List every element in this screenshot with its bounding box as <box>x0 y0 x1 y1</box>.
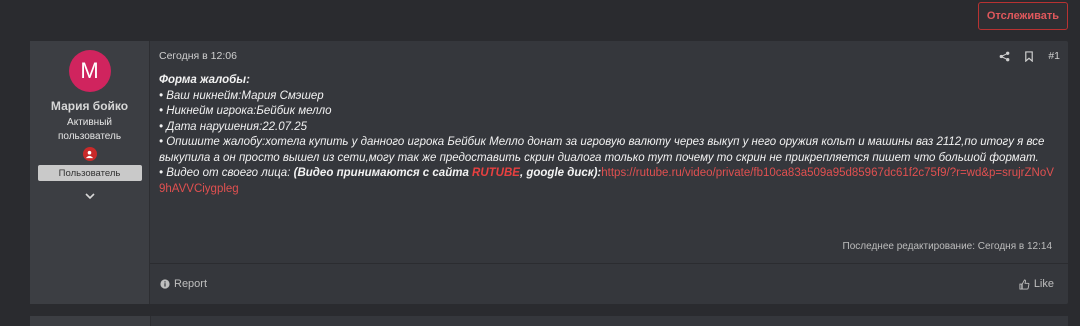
post-content: Форма жалобы: • Ваш никнейм:Мария Смэшер… <box>159 73 1054 197</box>
post-line-player: • Никнейм игрока:Бейбик мелло <box>159 105 332 117</box>
post-user-sidebar: М Мария бойко Активный пользователь Поль… <box>30 41 150 304</box>
post-main: Сегодня в 12:06 #1 Форма жалобы: • Ваш н… <box>150 41 1068 304</box>
share-icon[interactable] <box>999 51 1010 62</box>
thumbs-up-icon <box>1019 278 1030 290</box>
post-line-form-title: Форма жалобы: <box>159 74 250 86</box>
like-label: Like <box>1033 278 1054 290</box>
post-line-nickname: • Ваш никнейм:Мария Смэшер <box>159 89 324 102</box>
video-prefix: • Видео от своего лица: <box>159 167 294 179</box>
post-date[interactable]: Сегодня в 12:06 <box>159 50 237 62</box>
post-number[interactable]: #1 <box>1048 50 1060 62</box>
info-icon <box>160 279 170 289</box>
video-note-a: (Видео принимаются с сайта <box>293 167 473 179</box>
last-edited: Последнее редактирование: Сегодня в 12:1… <box>842 241 1052 252</box>
user-title: Активный пользователь <box>57 117 122 142</box>
bookmark-icon[interactable] <box>1024 50 1034 62</box>
user-banner: Пользователь <box>37 165 142 181</box>
report-label: Report <box>174 278 208 290</box>
chevron-down-icon[interactable] <box>84 191 95 201</box>
post-footer: Report Like <box>150 263 1068 304</box>
post-header: Сегодня в 12:06 #1 <box>159 50 1060 62</box>
next-post-edge <box>30 316 1068 326</box>
report-button[interactable]: Report <box>160 278 207 290</box>
post-line-video: • Видео от своего лица: (Видео принимают… <box>159 166 1054 197</box>
rutube-text: RUTUBE <box>472 167 520 179</box>
like-button[interactable]: Like <box>1019 278 1054 290</box>
post-line-description: • Опишите жалобу:хотела купить у данного… <box>159 136 1045 164</box>
follow-button[interactable]: Отслеживать <box>977 2 1068 30</box>
forum-post: М Мария бойко Активный пользователь Поль… <box>30 41 1068 304</box>
post-line-date: • Дата нарушения:22.07.25 <box>159 120 308 133</box>
username[interactable]: Мария бойко <box>51 99 128 113</box>
video-note-b: , google диск): <box>519 167 602 179</box>
user-badge-icon <box>82 147 97 161</box>
avatar[interactable]: М <box>68 50 111 92</box>
